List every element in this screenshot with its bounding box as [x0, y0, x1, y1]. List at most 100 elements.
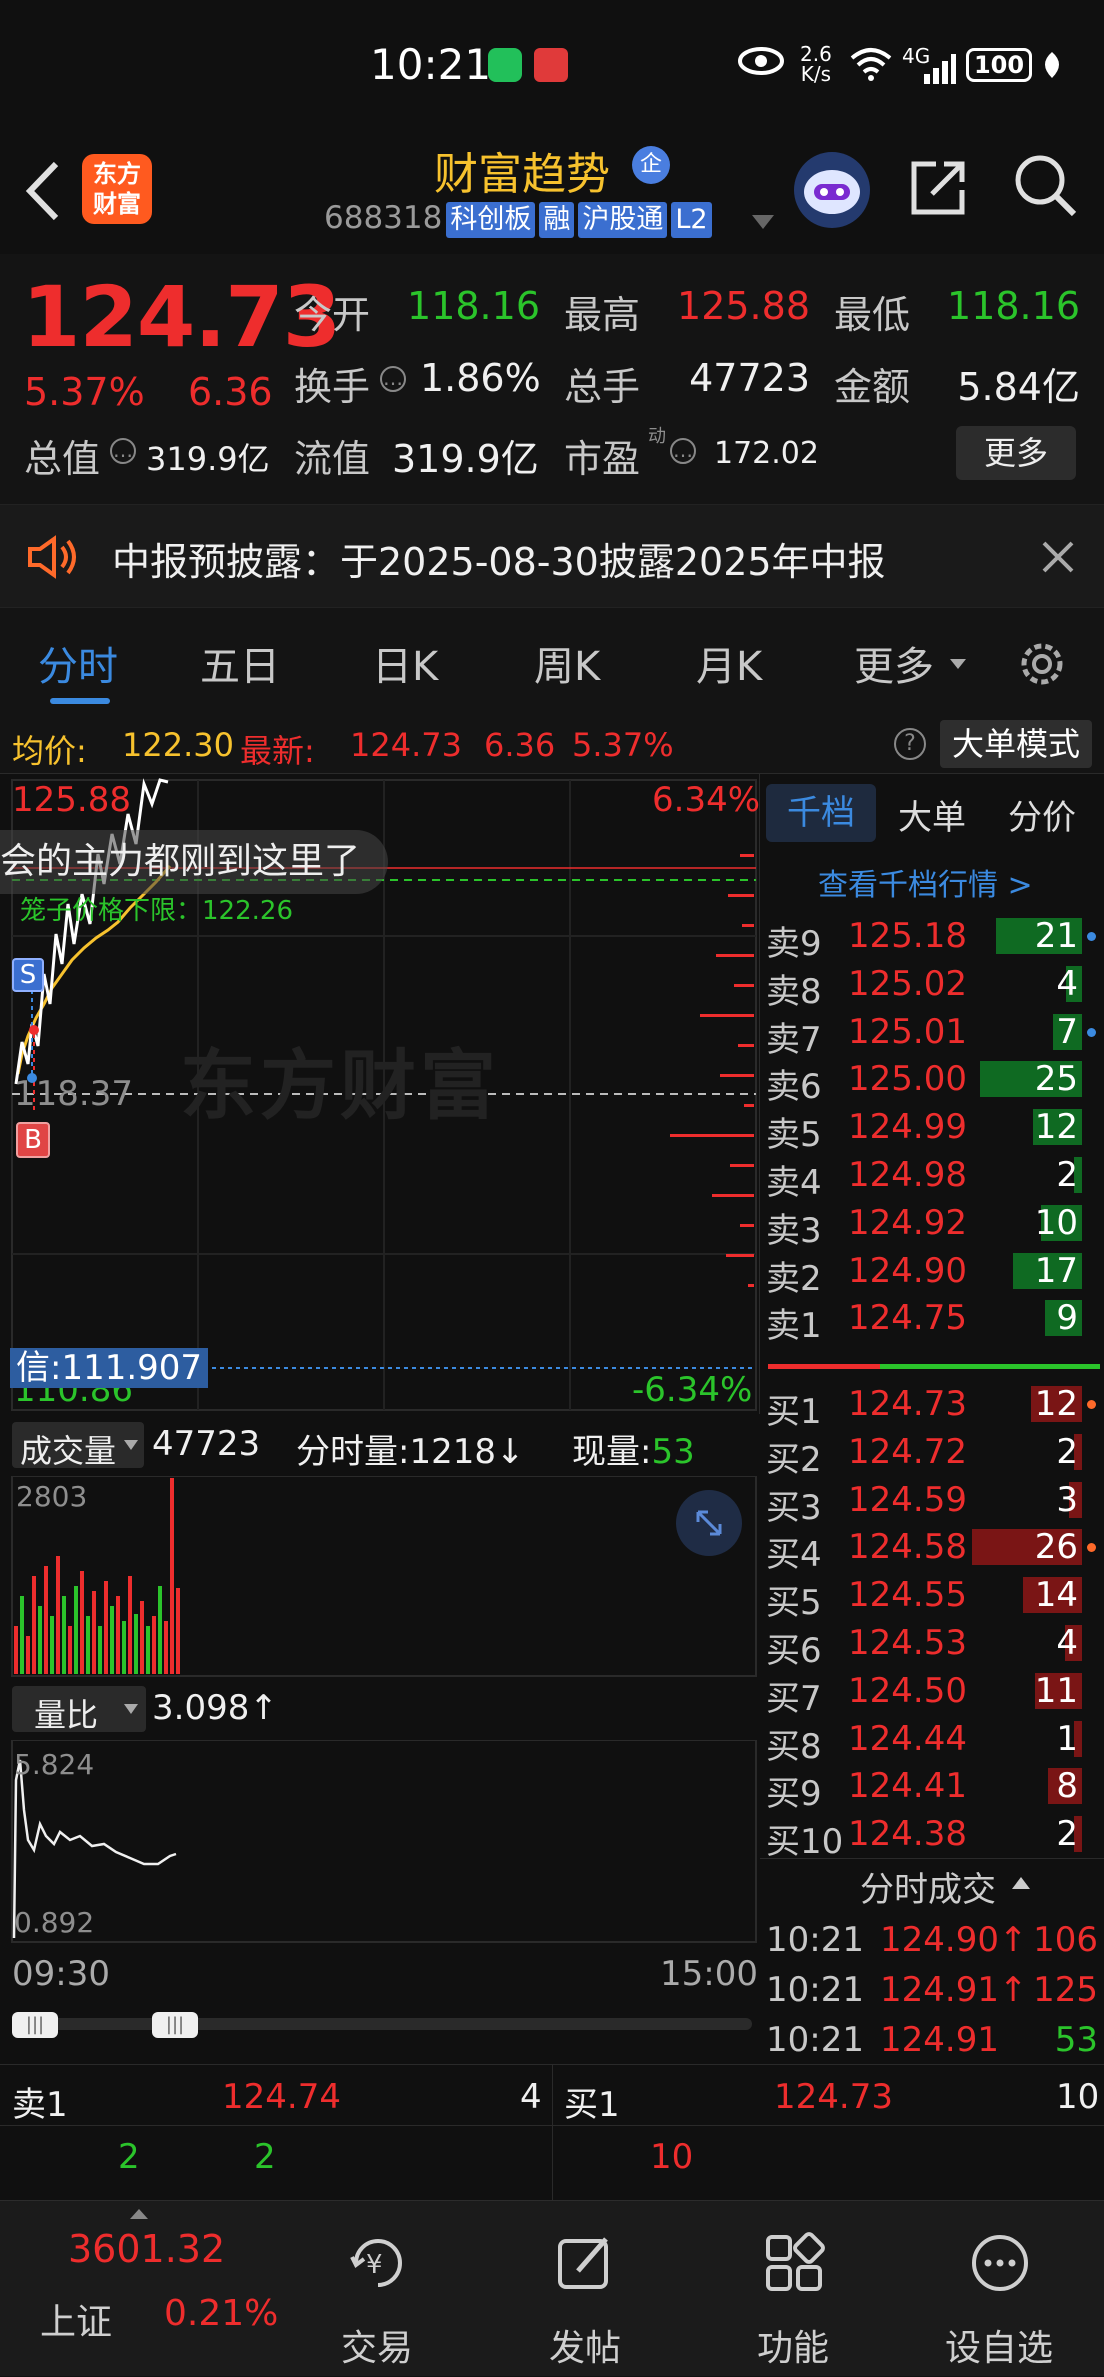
- trade-row: 10:21 124.91 53: [760, 2016, 1104, 2064]
- thousand-levels-link[interactable]: 查看千档行情 >: [818, 860, 1033, 904]
- tab-thousand-levels[interactable]: 千档: [766, 784, 876, 842]
- bid-row[interactable]: 买4 124.58 26: [760, 1523, 1104, 1575]
- bid-qty: 3: [1056, 1479, 1078, 1520]
- nav-post[interactable]: 发帖: [510, 2201, 660, 2377]
- bottom-sell-sub2: 2: [254, 2137, 276, 2177]
- volume-label: 总手: [564, 365, 641, 409]
- trade-detail-title[interactable]: 分时成交: [860, 1862, 996, 1911]
- share-icon[interactable]: [908, 156, 970, 218]
- tab-weekly-k[interactable]: 周K: [534, 634, 600, 692]
- bid-level-label: 买6: [766, 1631, 822, 1671]
- slider-handle-right[interactable]: |||: [152, 2012, 198, 2038]
- ask-row[interactable]: 卖8 125.02 4: [760, 960, 1104, 1012]
- intraday-chart[interactable]: 东方财富 125.88 6.34% 会的主力都刚到这里了 笼子价格下限：122.…: [0, 774, 760, 1414]
- ask-row[interactable]: 卖1 124.75 9: [760, 1294, 1104, 1346]
- ask-level-label: 卖9: [766, 924, 822, 964]
- bid-row[interactable]: 买10 124.38 2: [760, 1810, 1104, 1862]
- ask-qty: 10: [1034, 1202, 1078, 1243]
- tab-intraday[interactable]: 分时: [38, 634, 118, 692]
- nav-trade[interactable]: ¥ 交易: [302, 2201, 452, 2377]
- bid-row[interactable]: 买5 124.55 14: [760, 1571, 1104, 1623]
- search-icon[interactable]: [1012, 152, 1078, 218]
- back-icon[interactable]: [20, 158, 66, 224]
- expand-icon[interactable]: [676, 1490, 742, 1556]
- ratio-bar-buy: [880, 1364, 1100, 1369]
- ask-level-label: 卖2: [766, 1258, 822, 1299]
- volume-ratio-panel: 量比 3.098↑ 5.824 0.892 09:30 15:00: [0, 1678, 760, 1994]
- ask-level-label: 卖6: [766, 1067, 822, 1108]
- ask-price: 125.02: [848, 963, 967, 1004]
- tab-daily-k[interactable]: 日K: [372, 634, 438, 692]
- high-label: 最高: [564, 293, 641, 337]
- bid-row[interactable]: 买6 124.53 4: [760, 1619, 1104, 1671]
- tab-five-day[interactable]: 五日: [200, 634, 280, 692]
- open-label: 今开: [294, 293, 371, 337]
- bid-row[interactable]: 买3 124.59 3: [760, 1476, 1104, 1528]
- ask-row[interactable]: 卖6 125.00 25: [760, 1055, 1104, 1107]
- bid-price: 124.59: [848, 1479, 967, 1520]
- bid-price: 124.41: [848, 1766, 967, 1807]
- ratio-selector[interactable]: 量比: [12, 1686, 146, 1734]
- slider-handle-left[interactable]: |||: [12, 2012, 58, 2038]
- bid-row[interactable]: 买1 124.73 12: [760, 1380, 1104, 1432]
- robot-assistant-icon[interactable]: [794, 152, 870, 228]
- notice-text[interactable]: 中报预披露：于2025-08-30披露2025年中报: [112, 531, 886, 586]
- more-button[interactable]: 更多: [956, 426, 1076, 480]
- bid-row[interactable]: 买2 124.72 2: [760, 1428, 1104, 1480]
- nav-add-favorite[interactable]: 设自选: [924, 2201, 1074, 2377]
- ask-row[interactable]: 卖7 125.01 7: [760, 1008, 1104, 1060]
- tab-price-dist[interactable]: 分价: [1008, 790, 1076, 839]
- app-logo: 东方 财富: [82, 154, 152, 224]
- bottom-buy-label: 买1: [564, 2085, 620, 2125]
- turnover-value: 1.86%: [420, 356, 541, 400]
- bottom-sell-sub1: 2: [118, 2137, 140, 2177]
- more-info-icon[interactable]: …: [670, 438, 696, 464]
- chevron-down-icon[interactable]: [752, 214, 774, 229]
- ask-price: 124.98: [848, 1155, 967, 1195]
- bid-row[interactable]: 买8 124.44 1: [760, 1715, 1104, 1767]
- sell-marker[interactable]: S: [12, 958, 44, 992]
- bid-qty: 8: [1056, 1766, 1078, 1807]
- ask-price: 124.99: [848, 1107, 967, 1148]
- ask-row[interactable]: 卖5 124.99 12: [760, 1103, 1104, 1155]
- ask-qty: 17: [1034, 1250, 1078, 1291]
- ask-qty: 21: [1034, 916, 1078, 956]
- volume-total: 47723: [152, 1424, 261, 1464]
- more-info-icon[interactable]: …: [110, 438, 136, 464]
- ask-row[interactable]: 卖2 124.90 17: [760, 1247, 1104, 1299]
- time-range-slider-track[interactable]: [12, 2018, 752, 2030]
- pe-value: 172.02: [714, 436, 819, 471]
- close-icon[interactable]: [1040, 539, 1076, 575]
- bid-price: 124.53: [848, 1623, 967, 1663]
- toutiao-icon: [534, 48, 568, 82]
- ask-row[interactable]: 卖4 124.98 2: [760, 1151, 1104, 1203]
- leaf-icon: [1040, 50, 1064, 80]
- bid-qty: 2: [1056, 1814, 1078, 1855]
- nav-functions[interactable]: 功能: [718, 2201, 868, 2377]
- index-widget[interactable]: 3601.32 上证 0.21%: [0, 2201, 300, 2377]
- low-value: 118.16: [947, 284, 1080, 328]
- ask-row[interactable]: 卖9 125.18 21: [760, 912, 1104, 964]
- pe-label: 市盈: [564, 437, 641, 481]
- gear-icon[interactable]: [1014, 636, 1070, 692]
- tag-l2: L2: [671, 202, 712, 238]
- stock-name: 财富趋势: [434, 149, 610, 200]
- promo-banner[interactable]: 会的主力都刚到这里了: [0, 830, 388, 894]
- tab-big-orders[interactable]: 大单: [898, 790, 966, 839]
- trade-price: 124.91↑: [880, 1970, 1028, 2010]
- help-icon[interactable]: ?: [894, 728, 926, 760]
- more-info-icon[interactable]: …: [380, 366, 406, 392]
- volume-selector[interactable]: 成交量: [12, 1422, 144, 1470]
- tag-margin: 融: [539, 202, 575, 238]
- tick-volume: 分时量:1218↓: [296, 1432, 525, 1472]
- bid-row[interactable]: 买9 124.41 8: [760, 1762, 1104, 1814]
- last-pct: 5.37%: [572, 726, 674, 764]
- bid-qty: 1: [1056, 1718, 1078, 1759]
- ask-row[interactable]: 卖3 124.92 10: [760, 1199, 1104, 1251]
- buy-marker[interactable]: B: [16, 1122, 50, 1158]
- divider: [552, 2065, 553, 2201]
- big-order-mode-button[interactable]: 大单模式: [940, 720, 1092, 768]
- tab-more[interactable]: 更多: [854, 634, 934, 692]
- bid-row[interactable]: 买7 124.50 11: [760, 1667, 1104, 1719]
- tab-monthly-k[interactable]: 月K: [696, 634, 762, 692]
